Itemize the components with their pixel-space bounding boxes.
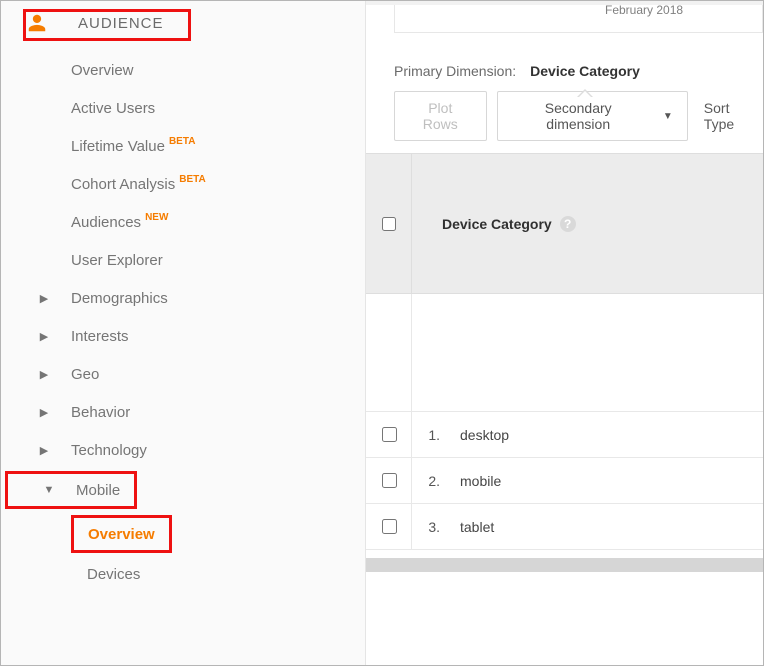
nav-subitem-mobile-devices[interactable]: Devices	[1, 555, 365, 593]
nav-item-lifetime-value[interactable]: Lifetime Value BETA	[1, 127, 365, 165]
nav-list: Overview Active Users Lifetime Value BET…	[1, 51, 365, 593]
primary-dimension-label: Primary Dimension:	[394, 63, 516, 79]
sort-type-label: Sort Type	[704, 100, 763, 132]
content-pane: February 2018 Primary Dimension: Device …	[366, 1, 763, 665]
nav-section-audience[interactable]: AUDIENCE	[23, 9, 191, 41]
row-value: desktop	[446, 427, 509, 443]
select-all-cell[interactable]	[366, 154, 412, 293]
row-value: mobile	[446, 473, 501, 489]
left-nav: AUDIENCE Overview Active Users Lifetime …	[1, 1, 366, 665]
caret-right-icon: ▶	[35, 406, 53, 419]
chart-axis: February 2018	[394, 5, 763, 33]
tab-pointer-icon	[577, 89, 593, 97]
table-row[interactable]: 3. tablet	[366, 504, 763, 550]
table-footer-bar	[366, 558, 763, 572]
caret-down-icon: ▼	[663, 111, 673, 122]
caret-right-icon: ▶	[35, 368, 53, 381]
caret-down-icon: ▼	[40, 484, 58, 496]
nav-item-interests[interactable]: ▶ Interests	[1, 317, 365, 355]
nav-item-overview[interactable]: Overview	[1, 51, 365, 89]
nav-item-cohort-analysis[interactable]: Cohort Analysis BETA	[1, 165, 365, 203]
data-table: Device Category ? 1. desktop 2. mobile	[366, 153, 763, 665]
plot-rows-button[interactable]: Plot Rows	[394, 91, 487, 141]
select-all-checkbox[interactable]	[382, 217, 396, 231]
row-checkbox[interactable]	[382, 473, 397, 488]
new-badge: NEW	[145, 212, 168, 223]
audience-icon	[26, 12, 48, 34]
table-row[interactable]: 2. mobile	[366, 458, 763, 504]
row-value: tablet	[446, 519, 494, 535]
primary-dimension-active[interactable]: Device Category	[530, 63, 640, 85]
caret-right-icon: ▶	[35, 444, 53, 457]
nav-item-geo[interactable]: ▶ Geo	[1, 355, 365, 393]
controls-row: Plot Rows Secondary dimension ▼ Sort Typ…	[394, 91, 763, 141]
beta-badge: BETA	[179, 174, 205, 185]
table-header-device-category[interactable]: Device Category ?	[412, 154, 763, 293]
secondary-dimension-dropdown[interactable]: Secondary dimension ▼	[497, 91, 688, 141]
app-frame: AUDIENCE Overview Active Users Lifetime …	[0, 0, 764, 666]
row-checkbox[interactable]	[382, 427, 397, 442]
table-summary-row	[366, 294, 763, 412]
nav-item-audiences[interactable]: Audiences NEW	[1, 203, 365, 241]
nav-item-technology[interactable]: ▶ Technology	[1, 431, 365, 469]
table-header-row: Device Category ?	[366, 154, 763, 294]
nav-item-mobile[interactable]: ▼ Mobile	[5, 471, 137, 509]
help-icon[interactable]: ?	[560, 216, 576, 232]
beta-badge: BETA	[169, 136, 195, 147]
nav-item-demographics[interactable]: ▶ Demographics	[1, 279, 365, 317]
row-checkbox[interactable]	[382, 519, 397, 534]
caret-right-icon: ▶	[35, 330, 53, 343]
nav-item-behavior[interactable]: ▶ Behavior	[1, 393, 365, 431]
primary-dimension-bar: Primary Dimension: Device Category	[394, 63, 763, 79]
chart-month-label: February 2018	[605, 3, 683, 17]
table-row[interactable]: 1. desktop	[366, 412, 763, 458]
nav-item-user-explorer[interactable]: User Explorer	[1, 241, 365, 279]
nav-item-active-users[interactable]: Active Users	[1, 89, 365, 127]
nav-subitem-mobile-overview[interactable]: Overview	[71, 515, 172, 553]
caret-right-icon: ▶	[35, 292, 53, 305]
nav-section-label: AUDIENCE	[78, 15, 164, 32]
